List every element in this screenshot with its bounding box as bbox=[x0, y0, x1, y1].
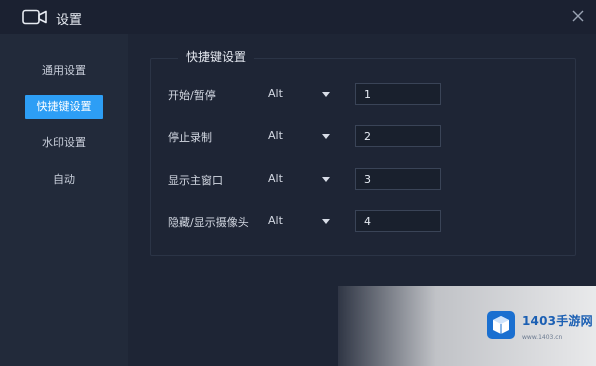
camera-icon bbox=[22, 9, 47, 25]
modifier-value: Alt bbox=[268, 214, 283, 227]
title-bar: 设置 bbox=[0, 0, 596, 34]
panel-title: 快捷键设置 bbox=[178, 48, 255, 65]
shortcut-label: 显示主窗口 bbox=[168, 174, 223, 187]
shortcut-key-input[interactable] bbox=[355, 83, 441, 105]
sidebar-item-shortcuts[interactable]: 快捷键设置 bbox=[25, 95, 103, 119]
shortcut-key-input[interactable] bbox=[355, 168, 441, 190]
modifier-value: Alt bbox=[268, 172, 283, 185]
sidebar-item-auto[interactable]: 自动 bbox=[25, 168, 103, 192]
shortcut-label: 停止录制 bbox=[168, 131, 212, 144]
shortcut-key-input[interactable] bbox=[355, 210, 441, 232]
chevron-down-icon bbox=[322, 177, 330, 182]
shortcut-label: 隐藏/显示摄像头 bbox=[168, 216, 249, 229]
shortcut-label: 开始/暂停 bbox=[168, 89, 216, 102]
modifier-value: Alt bbox=[268, 87, 283, 100]
chevron-down-icon bbox=[322, 92, 330, 97]
cube-icon bbox=[487, 311, 515, 339]
modifier-value: Alt bbox=[268, 129, 283, 142]
close-icon[interactable] bbox=[570, 8, 586, 24]
shortcut-key-input[interactable] bbox=[355, 125, 441, 147]
sidebar-item-general[interactable]: 通用设置 bbox=[25, 59, 103, 83]
window-title: 设置 bbox=[56, 13, 83, 28]
chevron-down-icon bbox=[322, 219, 330, 224]
modifier-select[interactable]: Alt bbox=[268, 84, 332, 104]
sidebar-item-watermark[interactable]: 水印设置 bbox=[25, 131, 103, 155]
modifier-select[interactable]: Alt bbox=[268, 126, 332, 146]
chevron-down-icon bbox=[322, 134, 330, 139]
watermark-brand: 1403手游网 bbox=[522, 314, 593, 328]
watermark-url: www.1403.cn bbox=[522, 334, 563, 341]
modifier-select[interactable]: Alt bbox=[268, 211, 332, 231]
sidebar bbox=[0, 34, 128, 366]
modifier-select[interactable]: Alt bbox=[268, 169, 332, 189]
